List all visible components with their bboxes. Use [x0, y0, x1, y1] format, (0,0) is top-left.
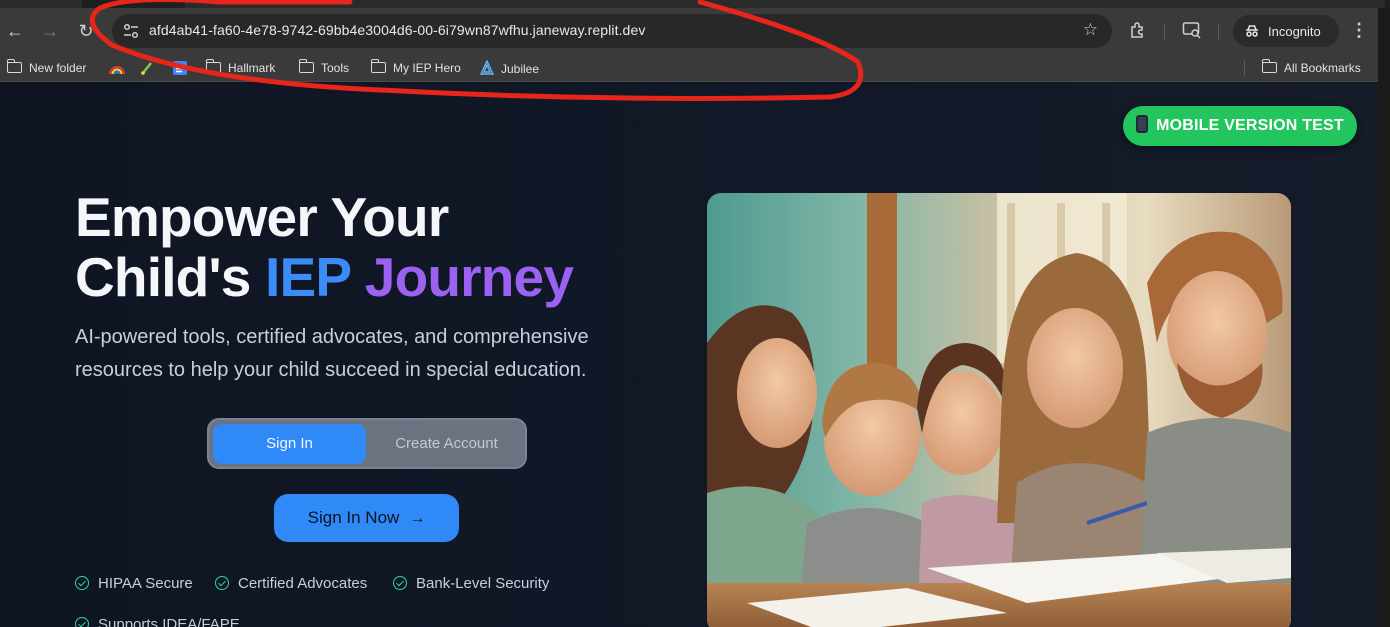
sign-in-tab[interactable]: Sign In	[213, 424, 366, 464]
folder-icon	[1261, 59, 1277, 73]
all-bookmarks[interactable]: All Bookmarks	[1261, 59, 1361, 76]
family-photo	[707, 193, 1291, 627]
jubilee-favicon	[479, 59, 495, 75]
mobile-button-label: MOBILE VERSION TEST	[1156, 117, 1344, 134]
folder-icon	[298, 59, 314, 73]
sign-in-now-label: Sign In Now	[307, 508, 400, 527]
folder-icon	[6, 59, 22, 73]
toolbar-divider	[1164, 24, 1165, 40]
extensions-icon[interactable]	[1128, 21, 1148, 41]
rainbow-favicon	[109, 66, 125, 75]
sign-in-now-button[interactable]: Sign In Now →	[274, 494, 459, 542]
feature-advocates: Certified Advocates	[215, 575, 367, 593]
incognito-icon	[1246, 25, 1258, 37]
green-favicon	[141, 62, 152, 75]
bookmark-tools[interactable]: Tools	[298, 59, 350, 76]
create-account-tab[interactable]: Create Account	[370, 424, 523, 464]
feature-label: HIPAA Secure	[98, 575, 193, 592]
hero-title-journey: Journey	[350, 246, 574, 308]
bookmark-green[interactable]	[140, 60, 154, 76]
bookmark-label: Hallmark	[228, 61, 276, 75]
bookmark-new-folder[interactable]: New folder	[6, 59, 87, 76]
bookmark-rainbow[interactable]	[109, 60, 125, 76]
arrow-right-icon: →	[409, 510, 426, 527]
tab-strip	[0, 0, 1390, 8]
feature-label: Bank-Level Security	[416, 575, 550, 592]
incognito-profile-button[interactable]: Incognito	[1233, 15, 1339, 47]
hero-title-line1: Empower Your	[75, 186, 449, 248]
landing-page: MOBILE VERSION TEST Empower Your Child's…	[0, 83, 1378, 627]
feature-hipaa: HIPAA Secure	[75, 575, 193, 593]
browser-menu-icon[interactable]: ⋮	[1350, 20, 1368, 41]
bookmark-label: My IEP Hero	[393, 61, 461, 75]
check-circle-icon	[75, 617, 89, 627]
bookmark-jubilee[interactable]: Jubilee	[479, 59, 540, 76]
folder-icon	[370, 59, 386, 73]
feature-security: Bank-Level Security	[393, 575, 549, 593]
bookmark-label: New folder	[29, 61, 87, 75]
feature-idea: Supports IDEA/FAPE	[75, 616, 240, 627]
check-circle-icon	[393, 576, 407, 590]
folder-icon	[205, 59, 221, 73]
hero-title: Empower Your Child's IEP Journey	[75, 186, 574, 308]
browser-tab[interactable]	[0, 0, 82, 8]
window-edge	[1378, 8, 1390, 627]
toolbar-divider	[1218, 24, 1219, 40]
mobile-phone-icon	[1136, 115, 1149, 133]
active-browser-tab[interactable]	[185, 0, 1385, 8]
hero-title-line2: Child's IEP Journey	[75, 246, 574, 308]
hero-title-iep: IEP	[265, 246, 351, 308]
hero-title-prefix: Child's	[75, 246, 266, 308]
url-text[interactable]: afd4ab41-fa60-4e78-9742-69bb4e3004d6-00-…	[149, 22, 645, 38]
bookmarks-divider	[1244, 60, 1245, 76]
docs-favicon	[173, 61, 187, 75]
reload-icon[interactable]: ↻	[74, 19, 98, 43]
cast-search-icon[interactable]	[1182, 21, 1202, 41]
address-bar[interactable]: afd4ab41-fa60-4e78-9742-69bb4e3004d6-00-…	[112, 14, 1112, 48]
forward-icon[interactable]: →	[38, 19, 62, 43]
site-settings-icon[interactable]	[122, 22, 140, 40]
incognito-label: Incognito	[1268, 24, 1321, 39]
bookmark-label: Jubilee	[501, 62, 540, 76]
back-icon[interactable]: ←	[3, 19, 27, 43]
bookmark-hallmark[interactable]: Hallmark	[205, 59, 276, 76]
browser-toolbar: ← → ↻ afd4ab41-fa60-4e78-9742-69bb4e3004…	[0, 8, 1390, 54]
bookmark-label: Tools	[321, 61, 350, 75]
bookmarks-bar: New folder Hallmark Tools My IEP Hero Ju…	[0, 54, 1390, 82]
bookmark-docs[interactable]	[172, 60, 188, 76]
check-circle-icon	[75, 576, 89, 590]
mobile-version-test-button[interactable]: MOBILE VERSION TEST	[1123, 106, 1357, 146]
all-bookmarks-label: All Bookmarks	[1284, 61, 1361, 75]
hero-subtitle: AI-powered tools, certified advocates, a…	[75, 326, 589, 381]
auth-mode-toggle: Sign In Create Account	[207, 418, 527, 469]
bookmark-star-icon[interactable]: ☆	[1083, 20, 1098, 40]
feature-label: Supports IDEA/FAPE	[98, 616, 240, 627]
check-circle-icon	[215, 576, 229, 590]
bookmark-my-iep-hero[interactable]: My IEP Hero	[370, 59, 461, 76]
feature-label: Certified Advocates	[238, 575, 368, 592]
